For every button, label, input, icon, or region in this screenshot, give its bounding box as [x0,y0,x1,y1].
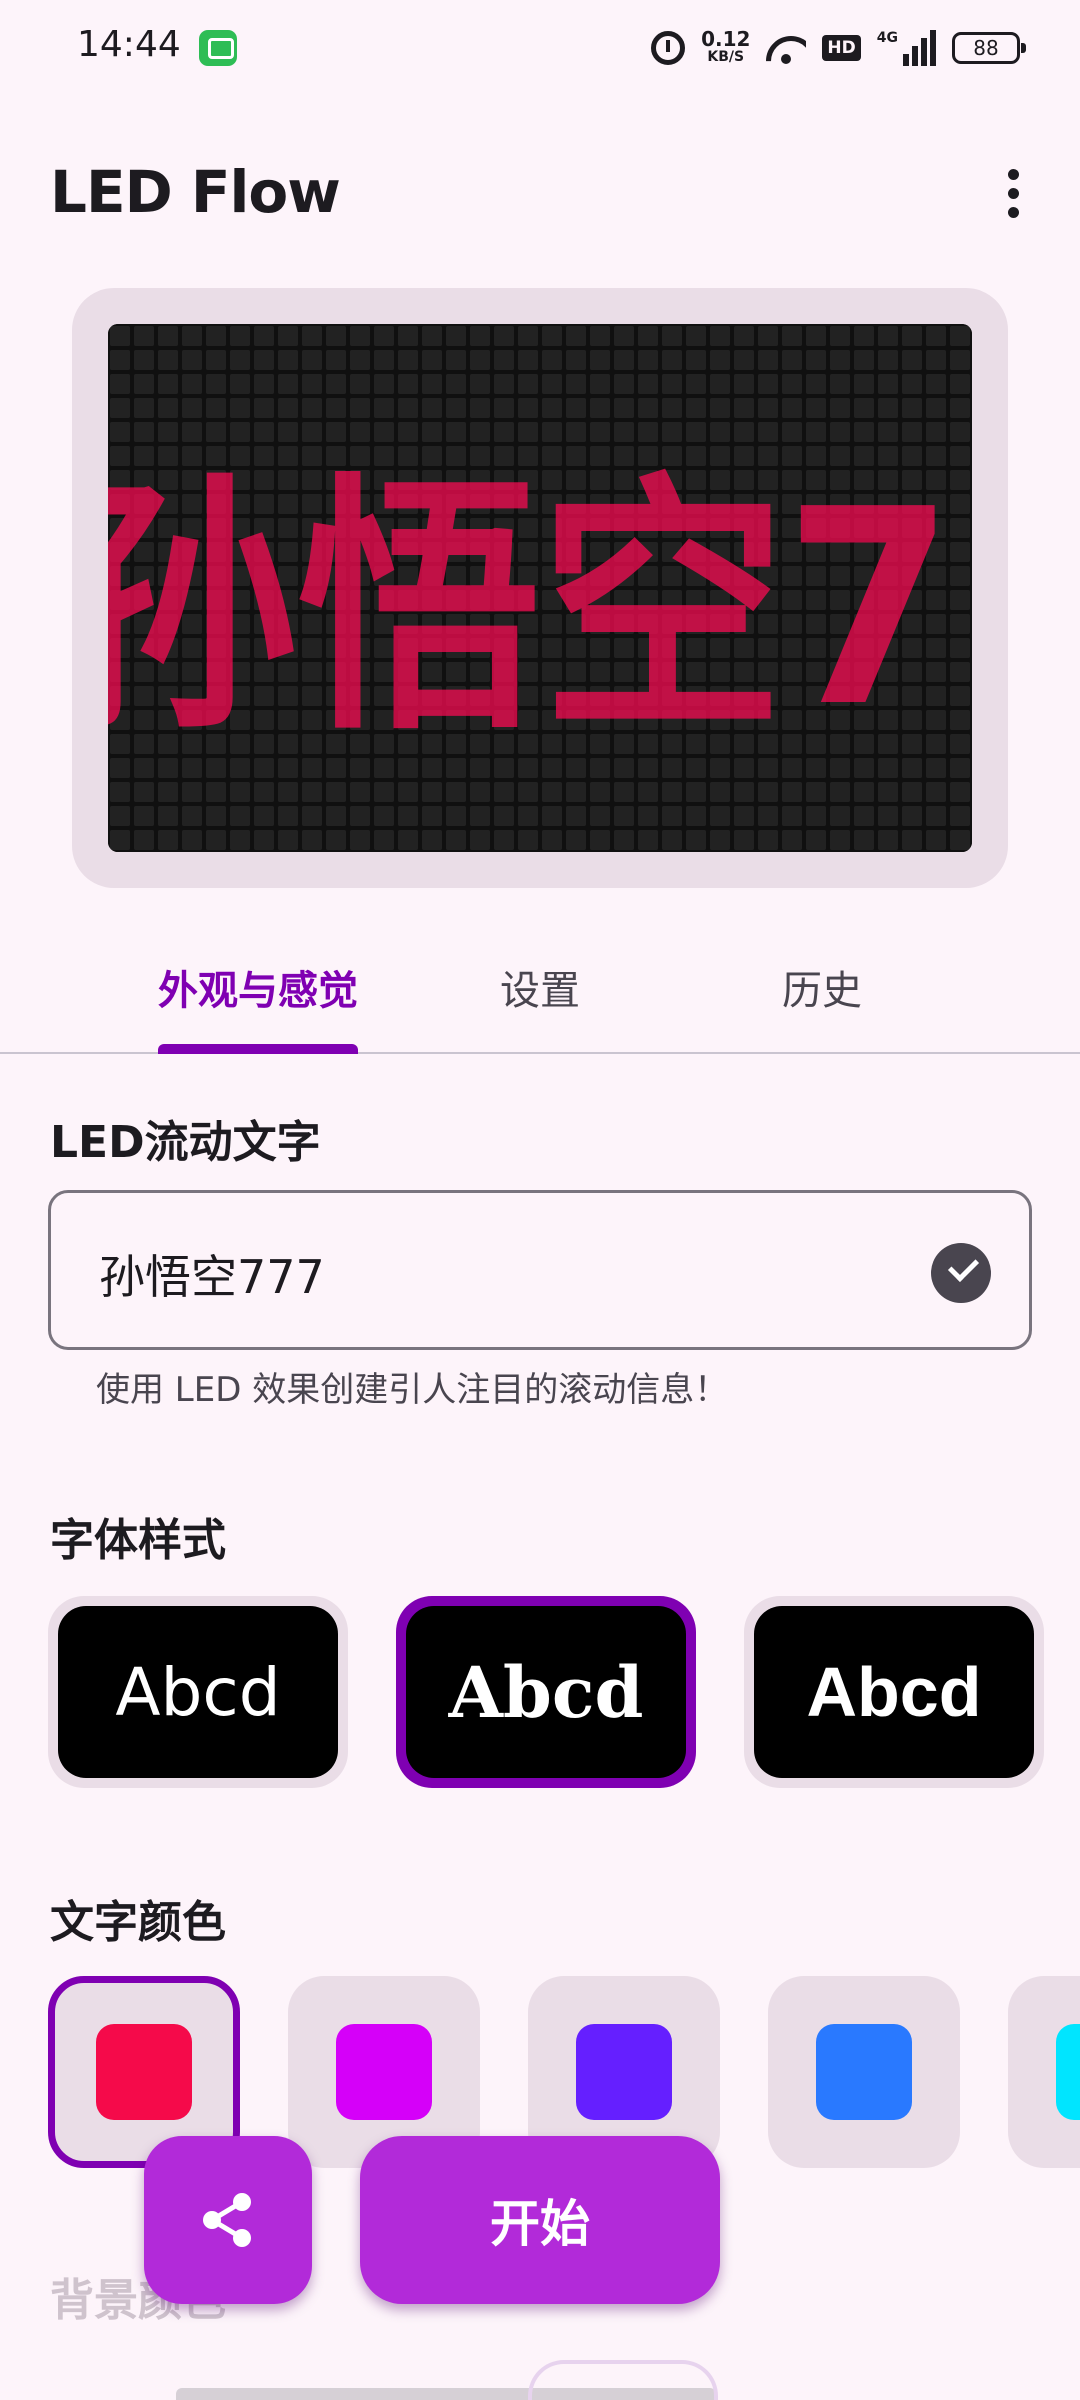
led-preview-canvas: 孙悟空7 [108,324,972,852]
font-style-sample: Abcd [406,1606,686,1778]
network-speed: 0.12 KB/S [701,29,750,66]
font-style-option-1[interactable]: Abcd [48,1596,348,1788]
signal-icon: 4G [877,30,936,66]
background-color-option[interactable] [528,2360,718,2400]
status-bar: 14:44 0.12 KB/S HD 4G 88 [0,0,1080,96]
color-swatch [336,2024,432,2120]
hd-badge: HD [822,35,861,61]
network-speed-unit: KB/S [707,49,745,65]
font-style-option-2[interactable]: Abcd [396,1596,696,1788]
share-button[interactable] [144,2136,312,2304]
color-swatch [96,2024,192,2120]
tab-history[interactable]: 历史 [672,958,972,1016]
font-style-sample: Abcd [58,1606,338,1778]
led-text-input-value[interactable]: 孙悟空777 [99,1241,325,1307]
text-color-section-title: 文字颜色 [50,1897,226,1948]
color-swatch [576,2024,672,2120]
check-circle-icon[interactable] [931,1243,991,1303]
signal-type-label: 4G [876,30,898,46]
font-style-option-3[interactable]: Abcd [744,1596,1044,1788]
battery-level: 88 [973,36,999,60]
more-vertical-icon[interactable] [990,162,1036,224]
text-color-option-blue[interactable] [768,1976,960,2168]
alarm-icon [651,31,686,65]
tab-indicator [158,1044,358,1054]
led-preview-screen[interactable]: 孙悟空7 [108,324,972,852]
status-time: 14:44 [77,24,181,65]
message-icon [199,30,237,66]
led-text-section-title: LED流动文字 [50,1117,321,1168]
app-title: LED Flow [50,158,341,226]
color-swatch [816,2024,912,2120]
led-preview-card: 孙悟空7 [72,288,1008,888]
tab-look-and-feel[interactable]: 外观与感觉 [108,958,408,1016]
start-button[interactable]: 开始 [360,2136,720,2304]
font-style-section-title: 字体样式 [50,1515,226,1566]
share-icon [203,2193,251,2247]
battery-icon: 88 [952,32,1026,64]
text-color-option-cyan[interactable] [1008,1976,1080,2168]
color-swatch [1056,2024,1080,2120]
tab-settings[interactable]: 设置 [390,958,690,1016]
wifi-icon [766,32,806,64]
status-icons: 0.12 KB/S HD 4G 88 [651,26,1026,70]
app-screen: 14:44 0.12 KB/S HD 4G 88 LED Flow 孙悟空7 外… [0,0,1080,2400]
tab-bar: 外观与感觉 设置 历史 [0,930,1080,1054]
helper-text: 使用 LED 效果创建引人注目的滚动信息！ [96,1370,729,1410]
font-style-sample: Abcd [754,1606,1034,1778]
led-text-input[interactable]: 孙悟空777 [48,1190,1032,1350]
